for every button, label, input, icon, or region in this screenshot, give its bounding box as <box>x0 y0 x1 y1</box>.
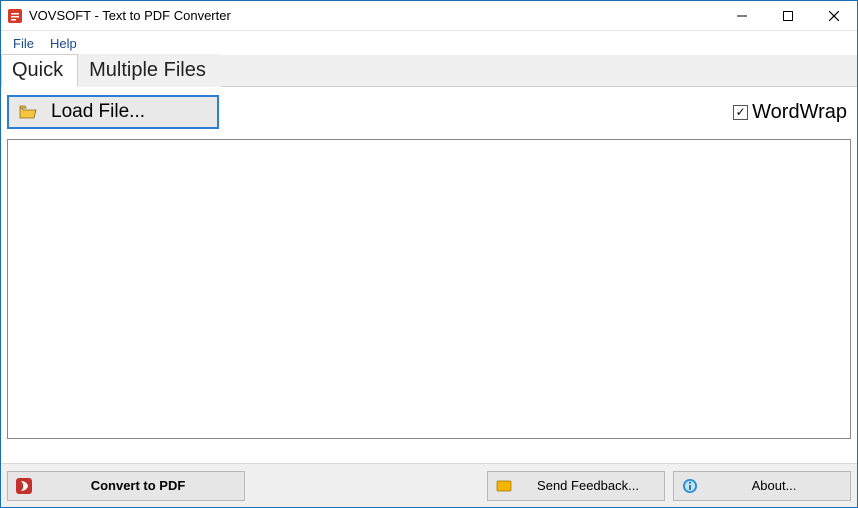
titlebar: VOVSOFT - Text to PDF Converter <box>1 1 857 31</box>
app-icon <box>7 8 23 24</box>
text-editor[interactable] <box>7 139 851 439</box>
menu-help[interactable]: Help <box>44 34 83 53</box>
load-file-label: Load File... <box>51 101 145 123</box>
load-file-button[interactable]: Load File... <box>7 95 219 129</box>
toolbar-row: Load File... ✓ WordWrap <box>7 93 851 131</box>
pdf-icon <box>16 478 32 494</box>
maximize-button[interactable] <box>765 1 811 30</box>
about-button[interactable]: About... <box>673 471 851 501</box>
checkbox-icon: ✓ <box>733 105 748 120</box>
send-feedback-button[interactable]: Send Feedback... <box>487 471 665 501</box>
info-icon <box>682 478 698 494</box>
tabstrip: Quick Multiple Files <box>1 55 857 87</box>
convert-to-pdf-button[interactable]: Convert to PDF <box>7 471 245 501</box>
minimize-button[interactable] <box>719 1 765 30</box>
about-label: About... <box>708 478 840 493</box>
tab-panel-quick: Load File... ✓ WordWrap <box>1 87 857 439</box>
window-title: VOVSOFT - Text to PDF Converter <box>29 8 231 23</box>
folder-open-icon <box>19 104 37 120</box>
tab-quick[interactable]: Quick <box>1 54 78 87</box>
convert-label: Convert to PDF <box>42 478 234 493</box>
window-controls <box>719 1 857 30</box>
wordwrap-checkbox[interactable]: ✓ WordWrap <box>733 101 851 124</box>
feedback-label: Send Feedback... <box>522 478 654 493</box>
menu-file[interactable]: File <box>7 34 40 53</box>
wordwrap-label: WordWrap <box>752 101 847 124</box>
tab-multiple-files[interactable]: Multiple Files <box>78 54 221 87</box>
feedback-icon <box>496 478 512 494</box>
menubar: File Help <box>1 31 857 55</box>
editor-container <box>7 139 851 439</box>
close-button[interactable] <box>811 1 857 30</box>
footer: Convert to PDF Send Feedback... About... <box>1 463 857 507</box>
